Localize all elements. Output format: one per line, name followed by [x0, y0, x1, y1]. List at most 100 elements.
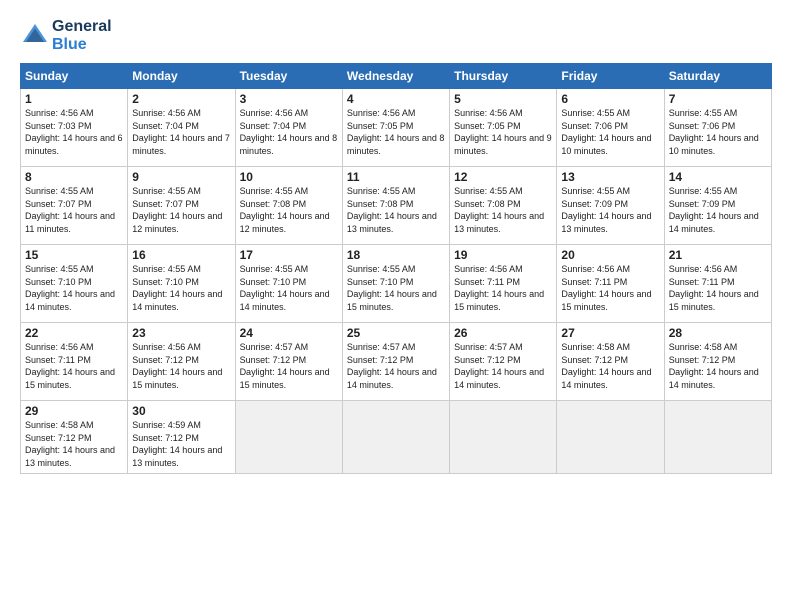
calendar-cell: 25Sunrise: 4:57 AMSunset: 7:12 PMDayligh… — [342, 323, 449, 401]
day-header-wednesday: Wednesday — [342, 64, 449, 89]
day-info: Sunrise: 4:56 AMSunset: 7:04 PMDaylight:… — [132, 107, 230, 157]
calendar-cell: 7Sunrise: 4:55 AMSunset: 7:06 PMDaylight… — [664, 89, 771, 167]
day-info: Sunrise: 4:57 AMSunset: 7:12 PMDaylight:… — [454, 341, 552, 391]
day-info: Sunrise: 4:55 AMSunset: 7:06 PMDaylight:… — [669, 107, 767, 157]
logo-icon — [20, 21, 50, 51]
day-info: Sunrise: 4:56 AMSunset: 7:11 PMDaylight:… — [561, 263, 659, 313]
day-number: 22 — [25, 326, 123, 340]
day-info: Sunrise: 4:55 AMSunset: 7:07 PMDaylight:… — [25, 185, 123, 235]
day-number: 1 — [25, 92, 123, 106]
calendar-cell: 24Sunrise: 4:57 AMSunset: 7:12 PMDayligh… — [235, 323, 342, 401]
day-number: 18 — [347, 248, 445, 262]
day-number: 26 — [454, 326, 552, 340]
day-number: 20 — [561, 248, 659, 262]
calendar-cell: 10Sunrise: 4:55 AMSunset: 7:08 PMDayligh… — [235, 167, 342, 245]
header: General Blue — [20, 18, 772, 53]
calendar-cell: 8Sunrise: 4:55 AMSunset: 7:07 PMDaylight… — [21, 167, 128, 245]
day-number: 10 — [240, 170, 338, 184]
day-info: Sunrise: 4:55 AMSunset: 7:10 PMDaylight:… — [132, 263, 230, 313]
logo-text-line1: General — [52, 18, 112, 36]
calendar-cell: 26Sunrise: 4:57 AMSunset: 7:12 PMDayligh… — [450, 323, 557, 401]
day-number: 27 — [561, 326, 659, 340]
calendar-cell: 30Sunrise: 4:59 AMSunset: 7:12 PMDayligh… — [128, 401, 235, 473]
day-number: 16 — [132, 248, 230, 262]
calendar-page: General Blue SundayMondayTuesdayWednesda… — [0, 0, 792, 612]
calendar-cell — [557, 401, 664, 473]
calendar-row: 22Sunrise: 4:56 AMSunset: 7:11 PMDayligh… — [21, 323, 772, 401]
day-number: 11 — [347, 170, 445, 184]
calendar-cell: 13Sunrise: 4:55 AMSunset: 7:09 PMDayligh… — [557, 167, 664, 245]
day-number: 24 — [240, 326, 338, 340]
calendar-cell: 27Sunrise: 4:58 AMSunset: 7:12 PMDayligh… — [557, 323, 664, 401]
calendar-cell: 21Sunrise: 4:56 AMSunset: 7:11 PMDayligh… — [664, 245, 771, 323]
calendar-table: SundayMondayTuesdayWednesdayThursdayFrid… — [20, 63, 772, 473]
calendar-cell: 17Sunrise: 4:55 AMSunset: 7:10 PMDayligh… — [235, 245, 342, 323]
calendar-cell: 16Sunrise: 4:55 AMSunset: 7:10 PMDayligh… — [128, 245, 235, 323]
calendar-cell: 4Sunrise: 4:56 AMSunset: 7:05 PMDaylight… — [342, 89, 449, 167]
day-info: Sunrise: 4:55 AMSunset: 7:07 PMDaylight:… — [132, 185, 230, 235]
day-number: 13 — [561, 170, 659, 184]
day-number: 28 — [669, 326, 767, 340]
calendar-cell: 28Sunrise: 4:58 AMSunset: 7:12 PMDayligh… — [664, 323, 771, 401]
day-info: Sunrise: 4:55 AMSunset: 7:09 PMDaylight:… — [561, 185, 659, 235]
day-info: Sunrise: 4:59 AMSunset: 7:12 PMDaylight:… — [132, 419, 230, 469]
day-info: Sunrise: 4:55 AMSunset: 7:09 PMDaylight:… — [669, 185, 767, 235]
day-number: 2 — [132, 92, 230, 106]
day-number: 5 — [454, 92, 552, 106]
day-number: 4 — [347, 92, 445, 106]
logo-text-line2: Blue — [52, 36, 112, 54]
day-number: 15 — [25, 248, 123, 262]
day-header-monday: Monday — [128, 64, 235, 89]
day-number: 3 — [240, 92, 338, 106]
day-info: Sunrise: 4:58 AMSunset: 7:12 PMDaylight:… — [561, 341, 659, 391]
calendar-cell: 20Sunrise: 4:56 AMSunset: 7:11 PMDayligh… — [557, 245, 664, 323]
day-info: Sunrise: 4:57 AMSunset: 7:12 PMDaylight:… — [347, 341, 445, 391]
header-row: SundayMondayTuesdayWednesdayThursdayFrid… — [21, 64, 772, 89]
calendar-cell: 23Sunrise: 4:56 AMSunset: 7:12 PMDayligh… — [128, 323, 235, 401]
day-header-friday: Friday — [557, 64, 664, 89]
day-number: 7 — [669, 92, 767, 106]
day-number: 17 — [240, 248, 338, 262]
day-info: Sunrise: 4:55 AMSunset: 7:06 PMDaylight:… — [561, 107, 659, 157]
calendar-cell: 3Sunrise: 4:56 AMSunset: 7:04 PMDaylight… — [235, 89, 342, 167]
day-info: Sunrise: 4:56 AMSunset: 7:05 PMDaylight:… — [347, 107, 445, 157]
day-info: Sunrise: 4:58 AMSunset: 7:12 PMDaylight:… — [25, 419, 123, 469]
calendar-cell: 14Sunrise: 4:55 AMSunset: 7:09 PMDayligh… — [664, 167, 771, 245]
day-info: Sunrise: 4:56 AMSunset: 7:03 PMDaylight:… — [25, 107, 123, 157]
calendar-cell: 1Sunrise: 4:56 AMSunset: 7:03 PMDaylight… — [21, 89, 128, 167]
day-info: Sunrise: 4:57 AMSunset: 7:12 PMDaylight:… — [240, 341, 338, 391]
day-header-saturday: Saturday — [664, 64, 771, 89]
calendar-cell: 5Sunrise: 4:56 AMSunset: 7:05 PMDaylight… — [450, 89, 557, 167]
day-header-tuesday: Tuesday — [235, 64, 342, 89]
day-info: Sunrise: 4:56 AMSunset: 7:04 PMDaylight:… — [240, 107, 338, 157]
calendar-cell — [235, 401, 342, 473]
day-number: 6 — [561, 92, 659, 106]
calendar-row: 1Sunrise: 4:56 AMSunset: 7:03 PMDaylight… — [21, 89, 772, 167]
day-info: Sunrise: 4:55 AMSunset: 7:08 PMDaylight:… — [347, 185, 445, 235]
day-info: Sunrise: 4:55 AMSunset: 7:10 PMDaylight:… — [240, 263, 338, 313]
day-number: 12 — [454, 170, 552, 184]
day-number: 8 — [25, 170, 123, 184]
calendar-row: 15Sunrise: 4:55 AMSunset: 7:10 PMDayligh… — [21, 245, 772, 323]
day-info: Sunrise: 4:55 AMSunset: 7:08 PMDaylight:… — [454, 185, 552, 235]
calendar-cell: 9Sunrise: 4:55 AMSunset: 7:07 PMDaylight… — [128, 167, 235, 245]
day-info: Sunrise: 4:56 AMSunset: 7:05 PMDaylight:… — [454, 107, 552, 157]
day-number: 30 — [132, 404, 230, 418]
day-header-thursday: Thursday — [450, 64, 557, 89]
day-info: Sunrise: 4:56 AMSunset: 7:11 PMDaylight:… — [25, 341, 123, 391]
calendar-cell — [450, 401, 557, 473]
day-number: 23 — [132, 326, 230, 340]
calendar-cell: 15Sunrise: 4:55 AMSunset: 7:10 PMDayligh… — [21, 245, 128, 323]
day-info: Sunrise: 4:56 AMSunset: 7:11 PMDaylight:… — [454, 263, 552, 313]
calendar-cell — [664, 401, 771, 473]
calendar-cell: 6Sunrise: 4:55 AMSunset: 7:06 PMDaylight… — [557, 89, 664, 167]
day-number: 21 — [669, 248, 767, 262]
calendar-row: 8Sunrise: 4:55 AMSunset: 7:07 PMDaylight… — [21, 167, 772, 245]
calendar-cell: 19Sunrise: 4:56 AMSunset: 7:11 PMDayligh… — [450, 245, 557, 323]
calendar-cell: 12Sunrise: 4:55 AMSunset: 7:08 PMDayligh… — [450, 167, 557, 245]
day-info: Sunrise: 4:55 AMSunset: 7:10 PMDaylight:… — [25, 263, 123, 313]
day-info: Sunrise: 4:55 AMSunset: 7:10 PMDaylight:… — [347, 263, 445, 313]
day-info: Sunrise: 4:56 AMSunset: 7:11 PMDaylight:… — [669, 263, 767, 313]
day-number: 25 — [347, 326, 445, 340]
day-number: 9 — [132, 170, 230, 184]
